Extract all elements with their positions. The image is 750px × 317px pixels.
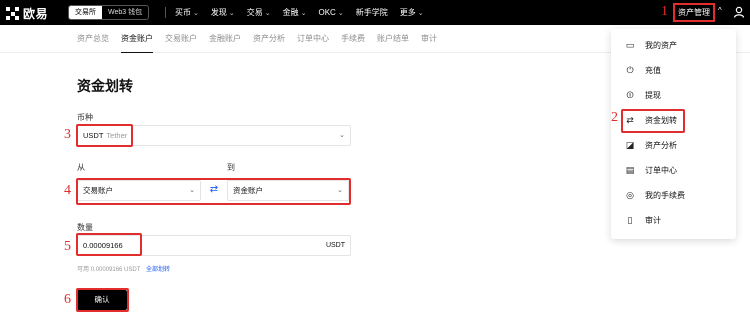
chevron-down-icon: ⌄ [417, 9, 424, 17]
step-marker-4: 4 [64, 183, 71, 198]
nav-finance[interactable]: 金融 ⌄ [283, 7, 307, 18]
audit-icon: ▯ [627, 214, 633, 225]
menu-item-my-fees[interactable]: ◎ 我的手续费 [625, 187, 685, 203]
top-navigation-bar: 欧易 交易所 Web3 钱包 买币 ⌄ 发现 ⌄ 交易 ⌄ 金融 ⌄ OKC ⌄ 新手学院… [0, 0, 750, 25]
step-marker-6: 6 [64, 292, 71, 307]
menu-item-label: 资产分析 [645, 140, 677, 150]
available-value: 0.00009166 USDT [90, 267, 141, 273]
transfer-all-link[interactable]: 全部划转 [146, 267, 170, 273]
step-marker-1: 1 [661, 4, 668, 19]
withdraw-icon: ⏼ [626, 89, 634, 100]
tab-statements[interactable]: 账户结单 [377, 25, 409, 53]
nav-label: 更多 [399, 8, 416, 17]
highlight-box-transfer-menu [621, 109, 685, 133]
platform-switch[interactable]: 交易所 Web3 钱包 [68, 5, 150, 20]
menu-item-label: 我的手续费 [645, 190, 685, 200]
highlight-box-amount [76, 233, 142, 256]
chevron-up-icon: ^ [718, 6, 722, 15]
menu-item-order-center[interactable]: ▤ 订单中心 [625, 162, 677, 178]
from-label: 从 [77, 163, 85, 172]
deposit-icon: ⏻ [626, 64, 634, 75]
nav-more[interactable]: 更多 ⌄ [400, 7, 424, 18]
okx-logo-icon [6, 7, 19, 20]
menu-item-audit[interactable]: ▯ 审计 [625, 212, 661, 228]
exchange-tab[interactable]: 交易所 [69, 6, 102, 19]
amount-unit: USDT [325, 242, 345, 249]
to-label: 到 [227, 163, 235, 172]
nav-discover[interactable]: 发现 ⌄ [211, 7, 235, 18]
nav-label: 金融 [282, 8, 299, 17]
nav-label: 交易 [246, 8, 263, 17]
nav-academy[interactable]: 新手学院 [356, 7, 388, 18]
chevron-down-icon: ⌄ [337, 9, 344, 17]
step-marker-3: 3 [64, 127, 71, 142]
wallet-icon: ▭ [625, 39, 635, 50]
chevron-down-icon: ⌄ [300, 9, 307, 17]
menu-item-label: 审计 [645, 215, 661, 225]
chevron-down-icon: ⌄ [228, 9, 235, 17]
menu-item-label: 我的资产 [645, 40, 677, 50]
web3-wallet-tab[interactable]: Web3 钱包 [102, 6, 148, 19]
asset-management-dropdown: ▭ 我的资产 ⏻ 充值 ⏼ 提现 ⇄ 资金划转 ◪ 资产分析 ▤ 订单中心 ◎ … [611, 29, 736, 239]
tab-finance-account[interactable]: 金融账户 [209, 25, 241, 53]
analysis-icon: ◪ [625, 139, 635, 150]
nav-label: OKC [318, 8, 336, 17]
highlight-box-confirm [76, 288, 129, 312]
chevron-down-icon: ⌄ [264, 9, 271, 17]
menu-item-label: 提现 [645, 90, 661, 100]
amount-label: 数量 [77, 223, 93, 232]
tab-fees[interactable]: 手续费 [341, 25, 365, 53]
step-marker-2: 2 [611, 110, 618, 125]
main-nav: 买币 ⌄ 发现 ⌄ 交易 ⌄ 金融 ⌄ OKC ⌄ 新手学院 更多 ⌄ [175, 0, 424, 25]
step-marker-5: 5 [64, 239, 71, 254]
tab-trading-account[interactable]: 交易账户 [165, 25, 197, 53]
chevron-down-icon: ⌄ [193, 9, 199, 17]
tab-funding-account[interactable]: 资金账户 [121, 25, 153, 53]
divider [165, 7, 166, 18]
menu-item-withdraw[interactable]: ⏼ 提现 [625, 87, 661, 103]
menu-item-label: 充值 [645, 65, 661, 75]
asset-management-button[interactable]: 资产管理 [673, 3, 715, 22]
chevron-down-icon: ⌄ [339, 132, 345, 139]
nav-label: 买币 [175, 8, 191, 17]
menu-item-asset-analysis[interactable]: ◪ 资产分析 [625, 137, 677, 153]
user-icon[interactable] [733, 6, 745, 18]
highlight-box-accounts [76, 178, 351, 205]
available-balance: 可用 0.00009166 USDT 全部划转 [77, 264, 170, 273]
menu-item-my-assets[interactable]: ▭ 我的资产 [625, 37, 677, 53]
nav-okc[interactable]: OKC ⌄ [319, 8, 344, 17]
nav-label: 发现 [210, 8, 227, 17]
highlight-box-currency [76, 124, 133, 147]
fee-icon: ◎ [626, 189, 634, 200]
nav-buy-crypto[interactable]: 买币 ⌄ [175, 7, 199, 18]
tab-asset-overview[interactable]: 资产总览 [77, 25, 109, 53]
currency-label: 币种 [77, 113, 93, 122]
logo[interactable]: 欧易 [6, 5, 48, 22]
order-icon: ▤ [625, 164, 635, 175]
nav-label: 新手学院 [355, 8, 388, 17]
menu-item-label: 订单中心 [645, 165, 677, 175]
tab-order-center[interactable]: 订单中心 [297, 25, 329, 53]
brand-name: 欧易 [23, 7, 49, 21]
available-label: 可用 [77, 267, 90, 273]
nav-trade[interactable]: 交易 ⌄ [247, 7, 271, 18]
menu-item-deposit[interactable]: ⏻ 充值 [625, 62, 661, 78]
page-title: 资金划转 [77, 78, 133, 94]
tab-asset-analysis[interactable]: 资产分析 [253, 25, 285, 53]
tab-audit[interactable]: 审计 [421, 25, 437, 53]
